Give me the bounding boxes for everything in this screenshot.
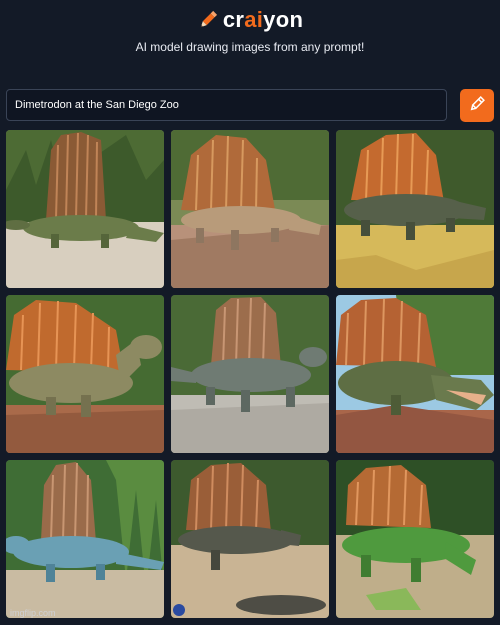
logo-text: craiyon [223, 7, 303, 33]
logo-text-pre: cr [222, 7, 245, 32]
generated-image[interactable] [336, 295, 494, 453]
logo[interactable]: craiyon [0, 5, 500, 35]
logo-text-accent: ai [244, 7, 264, 32]
watermark: imgflip.com [10, 608, 56, 618]
generated-image[interactable] [6, 130, 164, 288]
pencil-icon [468, 95, 486, 116]
prompt-input[interactable] [6, 89, 447, 121]
generated-image[interactable] [6, 295, 164, 453]
generated-image[interactable] [336, 460, 494, 618]
pencil-icon [197, 9, 219, 31]
tagline: AI model drawing images from any prompt! [135, 40, 365, 54]
generated-image[interactable] [171, 460, 329, 618]
generated-image[interactable] [6, 460, 164, 618]
generated-image[interactable] [336, 130, 494, 288]
logo-text-post: yon [263, 7, 304, 32]
generated-image[interactable] [171, 130, 329, 288]
header: craiyon AI model drawing images from any… [0, 0, 500, 80]
image-grid: imgflip.com [6, 130, 494, 620]
generated-image[interactable] [171, 295, 329, 453]
draw-button[interactable] [460, 89, 494, 122]
